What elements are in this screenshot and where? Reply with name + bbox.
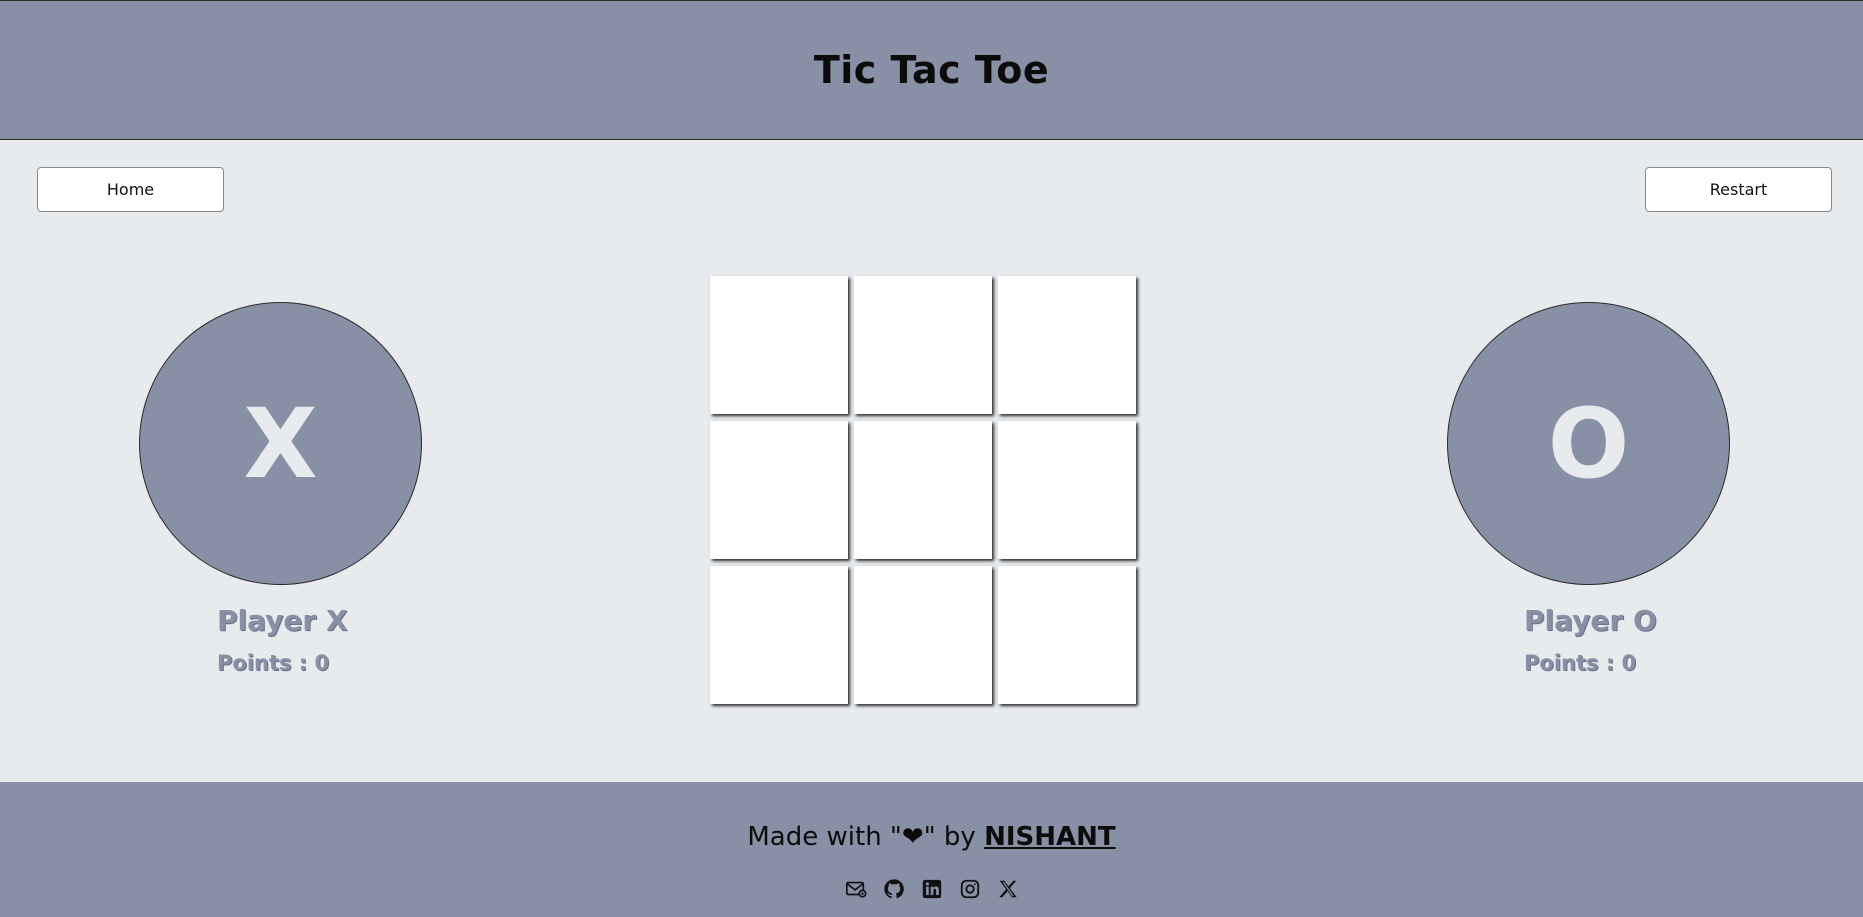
player-o-symbol: O [1547,387,1630,500]
board-cell-4[interactable] [710,421,848,559]
player-o-points: Points : 0 [1524,651,1637,675]
board-cell-8[interactable] [854,566,992,704]
footer: Made with "❤" by NISHANT [0,782,1863,917]
footer-mid: " by [923,822,985,852]
player-o-name: Player O [1524,604,1657,637]
board-cell-3[interactable] [998,276,1136,414]
instagram-icon[interactable] [959,878,981,900]
board-cell-6[interactable] [998,421,1136,559]
player-x-name: Player X [217,604,348,637]
page-title: Tic Tac Toe [813,48,1050,92]
social-links [0,878,1863,900]
player-x-avatar: X [139,302,422,585]
mail-icon[interactable] [845,878,867,900]
board-cell-7[interactable] [710,566,848,704]
board-cell-9[interactable] [998,566,1136,704]
player-o-avatar: O [1447,302,1730,585]
footer-credit: Made with "❤" by NISHANT [0,822,1863,852]
x-icon[interactable] [997,878,1019,900]
github-icon[interactable] [883,878,905,900]
game-board [710,276,1136,706]
restart-button[interactable]: Restart [1645,167,1832,212]
heart-icon: ❤ [901,822,924,852]
board-cell-5[interactable] [854,421,992,559]
home-button[interactable]: Home [37,167,224,212]
board-cell-1[interactable] [710,276,848,414]
player-x-points: Points : 0 [217,651,330,675]
linkedin-icon[interactable] [921,878,943,900]
footer-prefix: Made with " [747,822,902,852]
header: Tic Tac Toe [0,0,1863,140]
player-x-symbol: X [243,387,318,500]
author-link[interactable]: NISHANT [984,822,1116,852]
board-cell-2[interactable] [854,276,992,414]
